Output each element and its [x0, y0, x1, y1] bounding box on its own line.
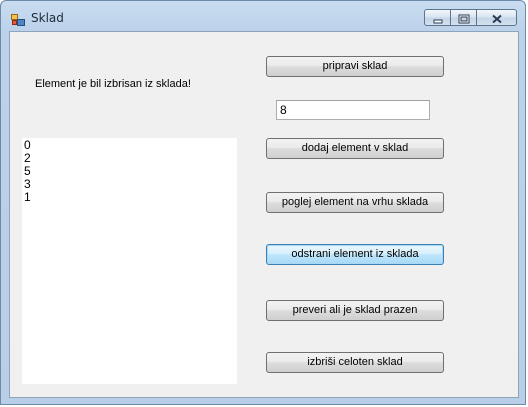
prepare-stack-button[interactable]: pripravi sklad	[266, 56, 444, 77]
list-item[interactable]: 3	[24, 178, 235, 191]
clear-stack-button[interactable]: izbriši celoten sklad	[266, 352, 444, 373]
app-window: Sklad Element je bil izbrisan iz sklada!	[0, 0, 526, 405]
window-title: Sklad	[31, 11, 64, 25]
add-element-button[interactable]: dodaj element v sklad	[266, 138, 444, 159]
check-empty-button[interactable]: preveri ali je sklad prazen	[266, 300, 444, 321]
minimize-button[interactable]	[424, 9, 450, 26]
caption-buttons	[424, 9, 517, 27]
close-icon	[491, 8, 502, 27]
remove-element-button[interactable]: odstrani element iz sklada	[266, 244, 444, 265]
status-label: Element je bil izbrisan iz sklada!	[35, 78, 191, 90]
title-bar[interactable]: Sklad	[1, 1, 525, 31]
list-item[interactable]: 0	[24, 139, 235, 152]
list-item[interactable]: 2	[24, 152, 235, 165]
list-item[interactable]: 1	[24, 191, 235, 204]
element-input[interactable]: 8	[276, 100, 430, 120]
restore-icon	[458, 8, 469, 27]
app-icon	[11, 11, 25, 26]
list-item[interactable]: 5	[24, 165, 235, 178]
maximize-button[interactable]	[450, 9, 476, 26]
close-button[interactable]	[476, 9, 517, 26]
peek-top-button[interactable]: poglej element na vrhu sklada	[266, 192, 444, 213]
client-area: Element je bil izbrisan iz sklada! 0 2 5…	[9, 31, 519, 398]
stack-listbox[interactable]: 0 2 5 3 1	[22, 138, 237, 384]
minimize-icon	[433, 8, 442, 27]
